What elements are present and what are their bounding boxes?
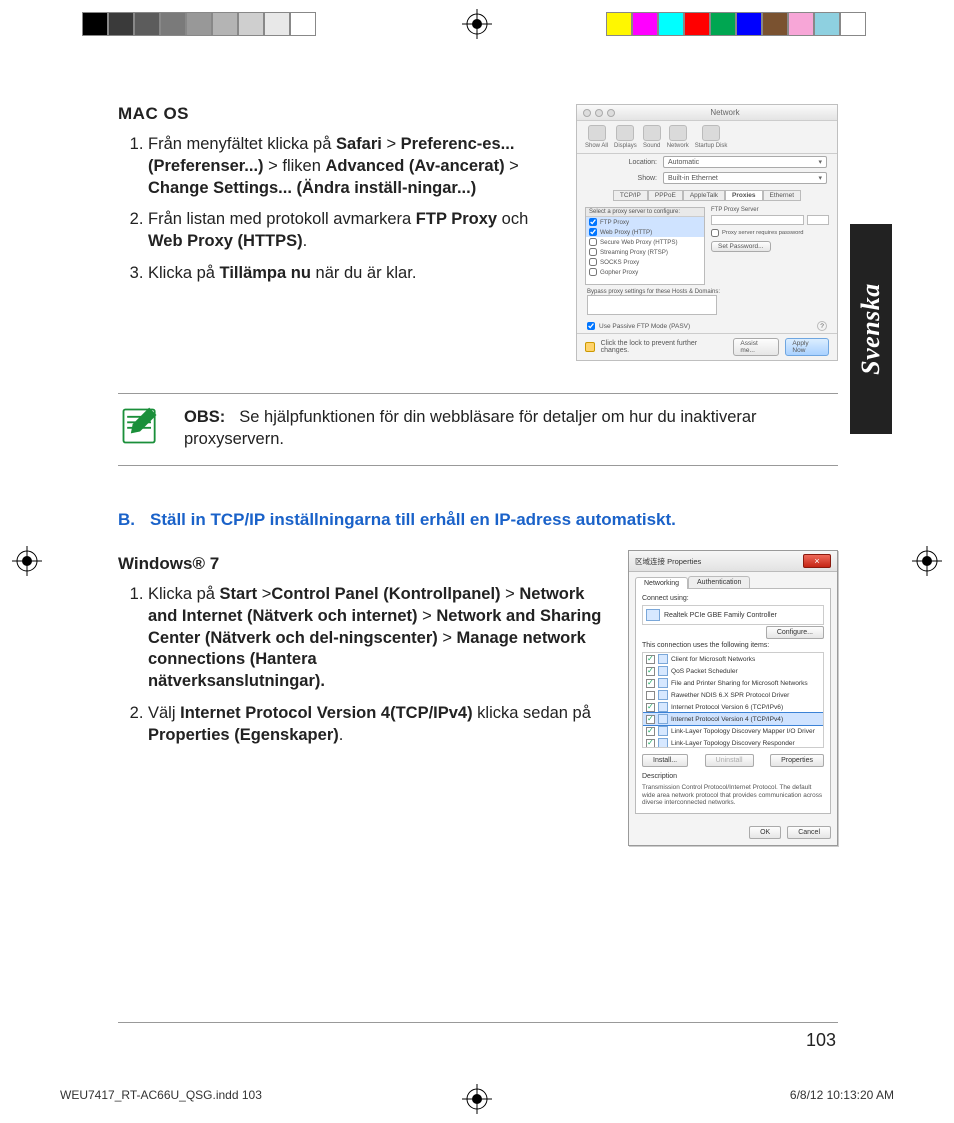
macos-step-3: Klicka på Tillämpa nu när du är klar. bbox=[148, 263, 562, 285]
protocol-icon bbox=[658, 666, 668, 676]
mac-minimize-icon[interactable] bbox=[595, 109, 603, 117]
protocol-icon bbox=[658, 654, 668, 664]
mac-prefs-toolbar: Show All Displays Sound Network Startup … bbox=[577, 121, 837, 154]
mac-tabs: TCP/IP PPPoE AppleTalk Proxies Ethernet bbox=[577, 190, 837, 201]
proxy-port-input[interactable] bbox=[807, 215, 829, 225]
item-checkbox[interactable] bbox=[646, 727, 655, 736]
list-item[interactable]: Internet Protocol Version 6 (TCP/IPv6) bbox=[643, 701, 823, 713]
note-label: OBS: bbox=[184, 408, 225, 426]
note-text: Se hjälpfunktionen för din webbläsare fö… bbox=[184, 408, 757, 448]
nic-icon bbox=[646, 609, 660, 621]
uninstall-button[interactable]: Uninstall bbox=[705, 754, 754, 767]
section-b-heading: B. Ställ in TCP/IP inställningarna till … bbox=[118, 510, 838, 530]
windows-properties-dialog: 区域连接 Properties × Networking Authenticat… bbox=[628, 550, 838, 846]
protocol-icon bbox=[658, 738, 668, 748]
passive-ftp-checkbox[interactable] bbox=[587, 322, 595, 330]
registration-mark-icon bbox=[12, 546, 42, 576]
properties-button[interactable]: Properties bbox=[770, 754, 824, 767]
proxy-requires-password-checkbox[interactable] bbox=[711, 228, 719, 238]
tab-ethernet[interactable]: Ethernet bbox=[763, 190, 802, 201]
mac-dialog-title: Network bbox=[710, 108, 739, 117]
toolbar-sound[interactable]: Sound bbox=[643, 125, 661, 149]
win7-step-1: Klicka på Start >Control Panel (Kontroll… bbox=[148, 584, 614, 693]
toolbar-startup[interactable]: Startup Disk bbox=[695, 125, 728, 149]
proxy-host-input[interactable] bbox=[711, 215, 804, 225]
lock-icon[interactable] bbox=[585, 342, 595, 352]
configure-button[interactable]: Configure... bbox=[766, 626, 824, 639]
item-checkbox[interactable] bbox=[646, 691, 655, 700]
print-colorbar-right bbox=[606, 12, 866, 36]
ftp-proxy-checkbox[interactable] bbox=[589, 218, 597, 226]
secure-web-proxy-checkbox[interactable] bbox=[589, 238, 597, 246]
item-checkbox[interactable] bbox=[646, 715, 655, 724]
help-icon[interactable]: ? bbox=[817, 321, 827, 331]
protocol-icon bbox=[658, 678, 668, 688]
list-item[interactable]: Link-Layer Topology Discovery Mapper I/O… bbox=[643, 725, 823, 737]
toolbar-network[interactable]: Network bbox=[667, 125, 689, 149]
list-item[interactable]: QoS Packet Scheduler bbox=[643, 665, 823, 677]
cancel-button[interactable]: Cancel bbox=[787, 826, 831, 839]
set-password-button[interactable]: Set Password... bbox=[711, 241, 771, 252]
list-item[interactable]: File and Printer Sharing for Microsoft N… bbox=[643, 677, 823, 689]
socks-proxy-checkbox[interactable] bbox=[589, 258, 597, 266]
list-item[interactable]: Client for Microsoft Networks bbox=[643, 653, 823, 665]
bottom-rule bbox=[118, 1022, 838, 1023]
tab-appletalk[interactable]: AppleTalk bbox=[683, 190, 725, 201]
item-checkbox[interactable] bbox=[646, 679, 655, 688]
windows7-heading: Windows® 7 bbox=[118, 554, 614, 574]
list-item[interactable]: Rawether NDIS 6.X SPR Protocol Driver bbox=[643, 689, 823, 701]
tab-pppoe[interactable]: PPPoE bbox=[648, 190, 683, 201]
toolbar-showall[interactable]: Show All bbox=[585, 125, 608, 149]
list-item[interactable]: Internet Protocol Version 4 (TCP/IPv4) bbox=[643, 713, 823, 725]
install-button[interactable]: Install... bbox=[642, 754, 688, 767]
list-item[interactable]: Link-Layer Topology Discovery Responder bbox=[643, 737, 823, 748]
proxy-list[interactable]: Select a proxy server to configure: FTP … bbox=[585, 207, 705, 285]
ok-button[interactable]: OK bbox=[749, 826, 781, 839]
page-number: 103 bbox=[806, 1030, 836, 1051]
macos-step-2: Från listan med protokoll avmarkera FTP … bbox=[148, 209, 562, 253]
description-text: Transmission Control Protocol/Internet P… bbox=[642, 784, 824, 807]
tab-networking[interactable]: Networking bbox=[635, 577, 688, 589]
item-checkbox[interactable] bbox=[646, 667, 655, 676]
print-file-ref: WEU7417_RT-AC66U_QSG.indd 103 bbox=[60, 1088, 262, 1102]
item-checkbox[interactable] bbox=[646, 655, 655, 664]
protocol-icon bbox=[658, 690, 668, 700]
item-checkbox[interactable] bbox=[646, 739, 655, 748]
print-footer: WEU7417_RT-AC66U_QSG.indd 103 6/8/12 10:… bbox=[60, 1088, 894, 1102]
language-tab: Svenska bbox=[850, 224, 892, 434]
win-dialog-title: 区域连接 Properties bbox=[635, 556, 701, 567]
protocol-icon bbox=[658, 714, 668, 724]
registration-mark-icon bbox=[912, 546, 942, 576]
language-tab-label: Svenska bbox=[856, 283, 886, 375]
note-icon bbox=[118, 404, 162, 453]
print-colorbar-left bbox=[82, 12, 316, 36]
tab-authentication[interactable]: Authentication bbox=[688, 576, 750, 588]
tab-tcpip[interactable]: TCP/IP bbox=[613, 190, 648, 201]
protocol-icon bbox=[658, 702, 668, 712]
show-select[interactable]: Built-in Ethernet bbox=[663, 172, 827, 184]
connection-items-list[interactable]: Client for Microsoft NetworksQoS Packet … bbox=[642, 652, 824, 748]
streaming-proxy-checkbox[interactable] bbox=[589, 248, 597, 256]
registration-mark-icon bbox=[462, 9, 492, 39]
print-datetime: 6/8/12 10:13:20 AM bbox=[790, 1088, 894, 1102]
mac-close-icon[interactable] bbox=[583, 109, 591, 117]
tab-proxies[interactable]: Proxies bbox=[725, 190, 763, 201]
gopher-proxy-checkbox[interactable] bbox=[589, 268, 597, 276]
note-box: OBS:Se hjälpfunktionen för din webbläsar… bbox=[118, 393, 838, 466]
macos-heading: MAC OS bbox=[118, 104, 562, 124]
nic-row: Realtek PCIe GBE Family Controller bbox=[642, 605, 824, 625]
apply-now-button[interactable]: Apply Now bbox=[785, 338, 829, 356]
win7-step-2: Välj Internet Protocol Version 4(TCP/IPv… bbox=[148, 703, 614, 747]
toolbar-displays[interactable]: Displays bbox=[614, 125, 637, 149]
web-proxy-checkbox[interactable] bbox=[589, 228, 597, 236]
item-checkbox[interactable] bbox=[646, 703, 655, 712]
location-select[interactable]: Automatic bbox=[663, 156, 827, 168]
mac-network-dialog: Network Show All Displays Sound Network … bbox=[576, 104, 838, 361]
bypass-hosts-input[interactable] bbox=[587, 295, 717, 315]
mac-zoom-icon[interactable] bbox=[607, 109, 615, 117]
assist-button[interactable]: Assist me... bbox=[733, 338, 779, 356]
close-icon[interactable]: × bbox=[803, 554, 831, 568]
protocol-icon bbox=[658, 726, 668, 736]
macos-step-1: Från menyfältet klicka på Safari > Prefe… bbox=[148, 134, 562, 199]
